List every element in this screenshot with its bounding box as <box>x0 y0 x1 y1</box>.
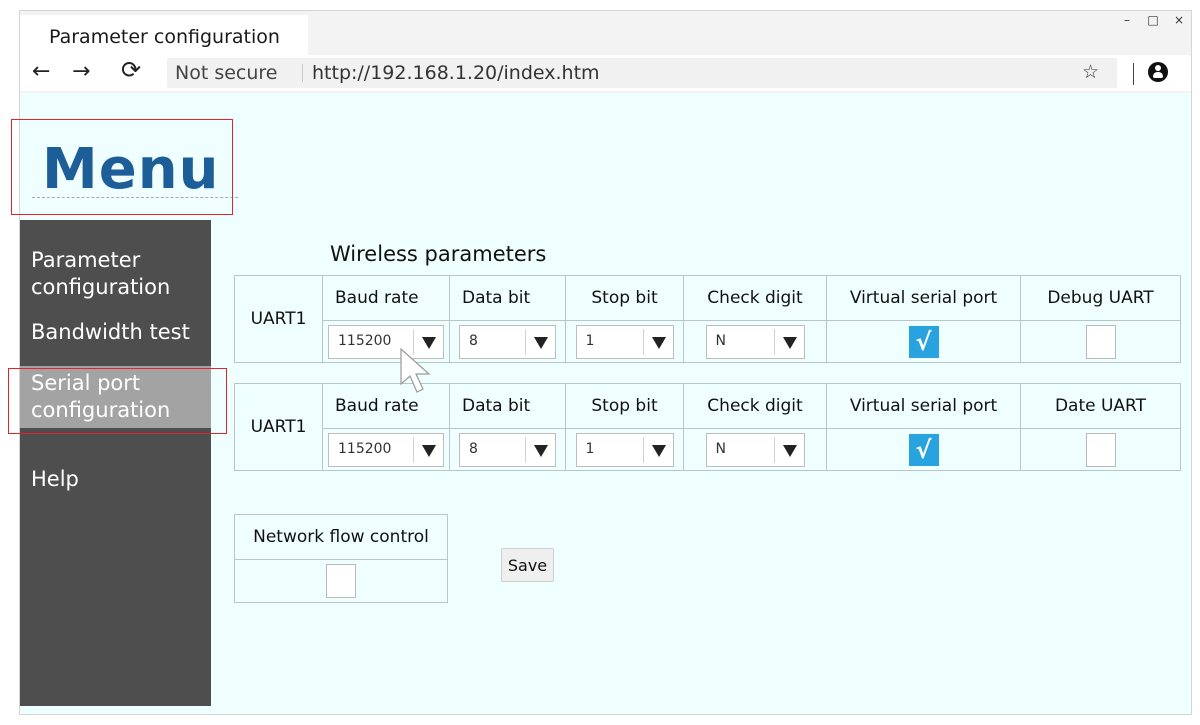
sidebar-item-label: Help <box>31 467 79 491</box>
sidebar: Parameter configuration Bandwidth test S… <box>20 220 211 706</box>
stop-bit-select[interactable]: 1 <box>575 432 674 467</box>
check-digit-value: N <box>715 332 726 349</box>
dropdown-arrow-icon <box>773 328 804 355</box>
data-bit-cell: 8 <box>449 428 566 471</box>
check-digit-header: Check digit <box>683 275 827 321</box>
stop-bit-cell: 1 <box>565 428 684 471</box>
browser-toolbar: ← → ⟳ Not secure http://192.168.1.20/ind… <box>20 55 1191 91</box>
virtual-serial-port-cell: √ <box>826 320 1021 363</box>
browser-tab[interactable]: Parameter configuration <box>20 15 308 55</box>
data-bit-header: Data bit <box>449 275 566 321</box>
tab-title: Parameter configuration <box>49 26 280 48</box>
baud-rate-value: 115200 <box>338 440 392 457</box>
stop-bit-header: Stop bit <box>565 383 684 429</box>
stop-bit-header: Stop bit <box>565 275 684 321</box>
close-icon[interactable]: × <box>1173 13 1185 27</box>
sidebar-item-label: Parameter configuration <box>31 248 171 299</box>
sidebar-highlight-box <box>8 368 227 434</box>
security-status[interactable]: Not secure <box>175 62 278 84</box>
date-uart-cell <box>1020 428 1181 471</box>
check-digit-select[interactable]: N <box>705 432 805 467</box>
baud-rate-header: Baud rate <box>322 275 450 321</box>
stop-bit-select[interactable]: 1 <box>575 324 674 359</box>
check-digit-value: N <box>715 440 726 457</box>
data-bit-value: 8 <box>469 332 478 349</box>
stop-bit-value: 1 <box>585 332 595 349</box>
debug-uart-header: Debug UART <box>1020 275 1181 321</box>
uart-row-label: UART1 <box>234 275 323 363</box>
sidebar-item-parameter-configuration[interactable]: Parameter configuration <box>20 247 211 301</box>
data-bit-select[interactable]: 8 <box>459 324 556 359</box>
account-icon[interactable] <box>1148 62 1168 82</box>
sidebar-item-bandwidth-test[interactable]: Bandwidth test <box>20 319 211 346</box>
dropdown-arrow-icon <box>773 436 804 463</box>
virtual-serial-port-checkbox[interactable]: √ <box>908 325 939 358</box>
virtual-serial-port-checkbox[interactable]: √ <box>908 433 939 466</box>
browser-window: Parameter configuration – □ × ← → ⟳ Not … <box>8 10 1192 715</box>
date-uart-header: Date UART <box>1020 383 1181 429</box>
check-digit-cell: N <box>683 320 827 363</box>
check-digit-cell: N <box>683 428 827 471</box>
url-text[interactable]: http://192.168.1.20/index.htm <box>312 62 600 84</box>
uart-table-2: UART1 Baud rate Data bit Stop bit Check … <box>234 383 1181 471</box>
check-digit-header: Check digit <box>683 383 827 429</box>
page-viewport: Menu Parameter configuration Bandwidth t… <box>8 93 1191 714</box>
virtual-serial-port-cell: √ <box>826 428 1021 471</box>
baud-rate-select[interactable]: 115200 <box>328 432 444 467</box>
dropdown-arrow-icon <box>642 328 673 355</box>
window-controls: – □ × <box>1121 13 1185 27</box>
virtual-serial-port-header: Virtual serial port <box>826 383 1021 429</box>
check-digit-select[interactable]: N <box>705 324 805 359</box>
section-title: Wireless parameters <box>330 242 547 266</box>
dropdown-arrow-icon <box>525 328 555 355</box>
baud-rate-cell: 115200 <box>322 428 450 471</box>
uart-table-1: UART1 Baud rate Data bit Stop bit Check … <box>234 275 1181 363</box>
forward-arrow-icon[interactable]: → <box>72 61 90 83</box>
back-arrow-icon[interactable]: ← <box>32 61 50 83</box>
data-bit-select[interactable]: 8 <box>459 432 556 467</box>
sidebar-item-help[interactable]: Help <box>20 466 211 493</box>
save-button[interactable]: Save <box>501 548 554 582</box>
data-bit-cell: 8 <box>449 320 566 363</box>
data-bit-value: 8 <box>469 440 478 457</box>
sidebar-item-label: Bandwidth test <box>31 320 190 344</box>
maximize-icon[interactable]: □ <box>1147 13 1159 27</box>
date-uart-checkbox[interactable] <box>1085 432 1116 467</box>
dropdown-arrow-icon <box>413 436 443 463</box>
uart-row-label: UART1 <box>234 383 323 471</box>
menu-highlight-box <box>11 119 233 215</box>
address-bar[interactable]: Not secure http://192.168.1.20/index.htm… <box>167 58 1117 88</box>
flow-control-checkbox[interactable] <box>326 564 356 598</box>
stop-bit-cell: 1 <box>565 320 684 363</box>
dropdown-arrow-icon <box>525 436 555 463</box>
bookmark-star-icon[interactable]: ☆ <box>1082 61 1099 83</box>
debug-uart-checkbox[interactable] <box>1085 324 1116 359</box>
reload-icon[interactable]: ⟳ <box>121 58 141 82</box>
flow-control-header: Network flow control <box>234 514 448 560</box>
flow-control-cell <box>234 559 448 603</box>
minimize-icon[interactable]: – <box>1121 13 1133 27</box>
debug-uart-cell <box>1020 320 1181 363</box>
url-separator <box>302 64 303 82</box>
baud-rate-value: 115200 <box>338 332 392 349</box>
virtual-serial-port-header: Virtual serial port <box>826 275 1021 321</box>
dropdown-arrow-icon <box>642 436 673 463</box>
toolbar-separator <box>1133 63 1134 85</box>
stop-bit-value: 1 <box>585 440 595 457</box>
flow-control-table: Network flow control <box>234 514 448 603</box>
data-bit-header: Data bit <box>449 383 566 429</box>
mouse-cursor-icon <box>400 348 431 393</box>
